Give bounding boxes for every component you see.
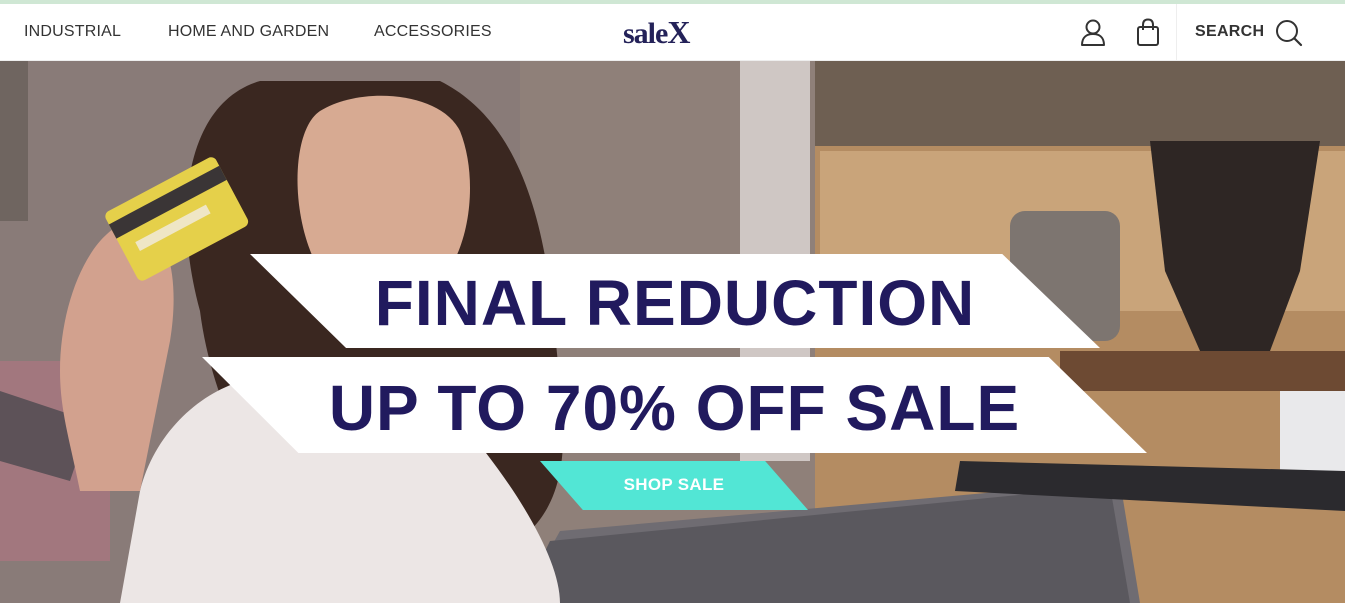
user-icon[interactable] (1080, 18, 1108, 48)
subheadline-banner: UP TO 70% OFF SALE (202, 357, 1147, 453)
logo-text: sale (623, 17, 668, 50)
hero-banner: FINAL REDUCTION UP TO 70% OFF SALE SHOP … (0, 61, 1345, 603)
nav-item-accessories[interactable]: ACCESSORIES (374, 23, 492, 41)
nav-item-home-and-garden[interactable]: HOME AND GARDEN (168, 23, 329, 41)
shop-sale-button[interactable]: SHOP SALE (540, 461, 808, 510)
shop-sale-label: SHOP SALE (623, 475, 725, 494)
logo-accent: X (667, 14, 690, 50)
nav-item-industrial[interactable]: INDUSTRIAL (24, 23, 121, 41)
site-header: INDUSTRIAL HOME AND GARDEN ACCESSORIES s… (0, 4, 1345, 61)
hero-subheadline: UP TO 70% OFF SALE (328, 372, 1021, 444)
search-button[interactable]: SEARCH (1176, 4, 1345, 60)
search-label: SEARCH (1195, 23, 1265, 40)
search-icon (1275, 19, 1303, 47)
shopping-bag-icon[interactable] (1135, 18, 1163, 48)
headline-banner: FINAL REDUCTION (250, 254, 1100, 348)
hero-headline: FINAL REDUCTION (374, 267, 976, 339)
brand-logo[interactable]: saleX (623, 14, 690, 51)
